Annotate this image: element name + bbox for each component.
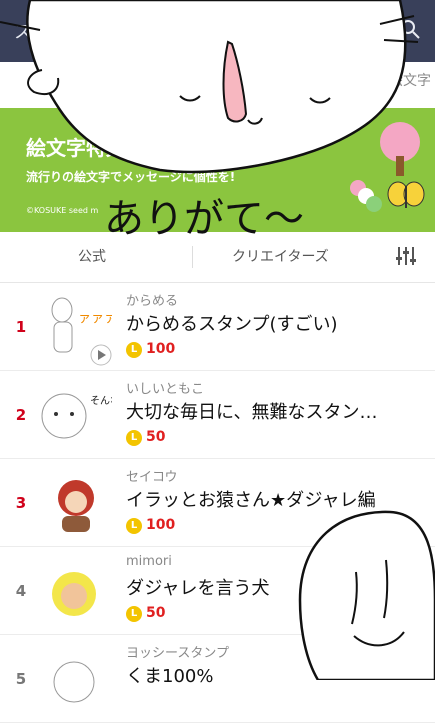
sticker-thumbnail <box>53 661 95 703</box>
sticker-title: からめるスタンプ(すごい) <box>126 314 338 335</box>
price: 100 <box>146 341 176 357</box>
banner-copyright: ©KOSUKE seed m <box>26 206 99 215</box>
creator-name: ヨッシースタンプ <box>126 646 229 661</box>
creator-name: セイコウ <box>126 470 178 485</box>
svg-text:ァァァ: ァァァ <box>78 311 112 326</box>
price: 100 <box>146 517 176 533</box>
sticker-title: くま100% <box>126 666 214 687</box>
tab-creators[interactable]: クリエイターズ <box>232 246 329 266</box>
list-item[interactable]: 2 そんな いしいともこ 大切な毎日に、無難なスタン… L 50 <box>0 370 435 459</box>
svg-text:そんな: そんな <box>90 395 112 407</box>
dango-icon <box>350 180 382 212</box>
rank-number: 4 <box>15 582 27 600</box>
tab-official[interactable]: 公式 <box>78 246 106 266</box>
list-item[interactable]: 3 セイコウ イラッとお猿さん★ダジャレ編 L 100 <box>0 458 435 547</box>
banner-subtitle: 流行りの絵文字でメッセージに個性を! <box>26 170 236 184</box>
rank-number: 1 <box>15 318 27 336</box>
coin-icon: L <box>126 342 142 358</box>
butterfly-icon <box>387 181 425 208</box>
filter-icon[interactable] <box>395 245 417 267</box>
rank-number: 5 <box>15 670 27 688</box>
creator-name: mimori <box>126 554 172 569</box>
sticker-thumbnail <box>52 572 96 616</box>
search-icon[interactable] <box>399 18 421 40</box>
banner-title: 絵文字特集 <box>26 136 126 160</box>
price: 50 <box>146 605 166 621</box>
creator-name: いしいともこ <box>126 382 205 397</box>
sticker-title: イラッとお猿さん★ダジャレ編 <box>126 490 376 511</box>
coin-icon: L <box>126 518 142 534</box>
rank-number: 3 <box>15 494 27 512</box>
coin-icon: L <box>126 430 142 446</box>
header-title: スタンプ <box>14 22 86 43</box>
rank-number: 2 <box>15 406 27 424</box>
list-item[interactable]: 4 mimori ダジャレを言う犬 L 50 <box>0 546 435 635</box>
promo-banner[interactable]: 絵文字特集 流行りの絵文字でメッセージに個性を! ©KOSUKE seed m <box>0 108 435 232</box>
list-item[interactable]: 5 ヨッシースタンプ くま100% <box>0 634 435 723</box>
cherry-tree-icon <box>380 122 420 176</box>
tab-divider <box>192 246 193 268</box>
creator-name: からめる <box>126 294 179 309</box>
list-item[interactable]: 1 ァァァ からめる からめるスタンプ(すごい) L 100 <box>0 282 435 371</box>
sticker-title: 大切な毎日に、無難なスタン… <box>126 402 378 423</box>
coin-icon: L <box>126 606 142 622</box>
category-bar: 絵文字 <box>0 62 435 108</box>
play-preview-icon[interactable] <box>90 344 112 366</box>
sticker-title: ダジャレを言う犬 <box>126 578 270 599</box>
list-tabs: 公式 クリエイターズ <box>0 232 435 283</box>
app-header: スタンプ <box>0 0 435 62</box>
category-emoji[interactable]: 絵文字 <box>389 70 431 90</box>
sticker-thumbnail <box>58 480 94 532</box>
price: 50 <box>146 429 166 445</box>
sticker-thumbnail: そんな <box>41 393 112 439</box>
